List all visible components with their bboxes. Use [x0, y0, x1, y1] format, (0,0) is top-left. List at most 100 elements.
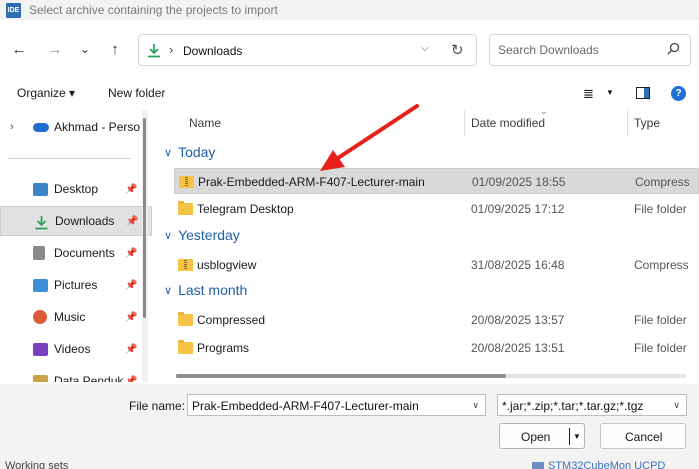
back-arrow-icon[interactable]: ← [10, 40, 28, 58]
list-item[interactable]: Compressed 20/08/2025 13:57 File folder [174, 307, 699, 333]
file-list: Name Date modified Type ⌄ ∨ Today Prak-E… [158, 110, 699, 382]
sidebar-item-label: Videos [54, 342, 91, 356]
collapse-chevron-icon[interactable]: ∨ [164, 284, 172, 297]
background-window-icon [532, 462, 544, 469]
file-type: File folder [634, 341, 687, 355]
file-date: 31/08/2025 16:48 [471, 258, 565, 272]
sidebar-item-label: Music [54, 310, 86, 324]
download-icon [147, 43, 161, 61]
sidebar-item-documents[interactable]: Documents 📌 [0, 238, 152, 268]
group-header-today[interactable]: ∨ Today [164, 144, 215, 160]
pin-icon[interactable]: 📌 [125, 184, 137, 195]
sort-indicator-icon: ⌄ [540, 110, 548, 116]
forward-arrow-icon[interactable]: → [46, 40, 64, 58]
pin-icon[interactable]: 📌 [126, 216, 138, 227]
group-header-yesterday[interactable]: ∨ Yesterday [164, 227, 240, 243]
group-header-last-month[interactable]: ∨ Last month [164, 282, 247, 298]
pin-icon[interactable]: 📌 [125, 312, 137, 323]
open-button-label: Open [521, 430, 551, 444]
list-item[interactable]: Programs 20/08/2025 13:51 File folder [174, 335, 699, 361]
zip-folder-icon [179, 176, 194, 188]
list-item[interactable]: usblogview 31/08/2025 16:48 Compress [174, 252, 699, 278]
column-header-type[interactable]: Type [634, 110, 694, 136]
refresh-icon[interactable]: ↻ [451, 41, 464, 59]
view-options-icon[interactable]: ≣ [583, 86, 594, 102]
address-bar[interactable]: › Downloads ⌵ ↻ [138, 34, 477, 66]
sidebar-item-pictures[interactable]: Pictures 📌 [0, 270, 152, 300]
navigation-pane: › Akhmad - Perso Desktop 📌 Downloads 📌 D… [0, 110, 152, 382]
videos-icon [33, 342, 48, 356]
pin-icon[interactable]: 📌 [125, 376, 137, 383]
sidebar-item-music[interactable]: Music 📌 [0, 302, 152, 332]
sidebar-divider [8, 158, 130, 159]
sidebar-item-downloads[interactable]: Downloads 📌 [0, 206, 152, 236]
open-dropdown-chevron-icon[interactable]: ▼ [573, 432, 581, 441]
file-type-select[interactable]: *.jar;*.zip;*.tar;*.tar.gz;*.tgz ∨ [497, 394, 687, 416]
folder-icon [33, 374, 48, 382]
sidebar-scrollbar-thumb[interactable] [143, 118, 146, 318]
chevron-down-icon[interactable]: ∨ [472, 400, 479, 411]
recent-locations-chevron-icon[interactable]: ⌄ [76, 40, 94, 58]
cancel-button-label: Cancel [625, 430, 663, 444]
zip-folder-icon [178, 259, 193, 271]
search-icon[interactable] [667, 42, 680, 58]
file-name-combobox[interactable]: Prak-Embedded-ARM-F407-Lecturer-main ∨ [187, 394, 486, 416]
split-divider [569, 428, 570, 445]
cancel-button[interactable]: Cancel [600, 423, 686, 449]
open-button[interactable]: Open ▼ [499, 423, 585, 449]
file-name: Programs [197, 341, 250, 355]
expand-chevron-icon[interactable]: › [10, 121, 14, 133]
music-icon [33, 310, 47, 324]
column-divider[interactable] [627, 110, 628, 136]
address-dropdown-chevron-icon[interactable]: ⌵ [421, 43, 429, 54]
file-name-label: File name: [129, 399, 186, 413]
sidebar-item-onedrive[interactable]: › Akhmad - Perso [0, 112, 152, 142]
view-dropdown-chevron-icon[interactable]: ▼ [606, 88, 614, 97]
sidebar-item-data-penduk[interactable]: Data Penduk 📌 [0, 366, 152, 382]
download-icon [34, 215, 49, 229]
new-folder-button[interactable]: New folder [108, 86, 165, 100]
title-bar: IDE Select archive containing the projec… [0, 0, 699, 20]
file-type: Compress [634, 258, 689, 272]
list-item[interactable]: Prak-Embedded-ARM-F407-Lecturer-main 01/… [174, 168, 699, 194]
sidebar-item-videos[interactable]: Videos 📌 [0, 334, 152, 364]
list-item[interactable]: Telegram Desktop 01/09/2025 17:12 File f… [174, 196, 699, 222]
help-icon[interactable]: ? [671, 86, 686, 101]
chevron-down-icon[interactable]: ∨ [673, 400, 680, 411]
sidebar-item-label: Documents [54, 246, 115, 260]
sidebar-item-label: Desktop [54, 182, 99, 196]
file-name-input[interactable]: Prak-Embedded-ARM-F407-Lecturer-main [192, 399, 419, 413]
pin-icon[interactable]: 📌 [125, 344, 137, 355]
pin-icon[interactable]: 📌 [125, 248, 137, 259]
organize-menu-button[interactable]: Organize ▾ [17, 86, 75, 100]
sidebar-item-label: Pictures [54, 278, 98, 292]
app-icon: IDE [6, 2, 21, 18]
collapse-chevron-icon[interactable]: ∨ [164, 229, 172, 242]
pictures-icon [33, 278, 48, 292]
sidebar-scrollbar[interactable] [142, 110, 148, 382]
collapse-chevron-icon[interactable]: ∨ [164, 146, 172, 159]
pin-icon[interactable]: 📌 [125, 280, 137, 291]
file-name: Telegram Desktop [197, 202, 294, 216]
up-arrow-icon[interactable]: ↑ [106, 40, 124, 58]
horizontal-scrollbar[interactable] [176, 374, 686, 378]
breadcrumb-path[interactable]: Downloads [183, 44, 242, 58]
desktop-icon [33, 182, 48, 196]
sidebar-item-desktop[interactable]: Desktop 📌 [0, 174, 152, 204]
column-divider[interactable] [464, 110, 465, 136]
search-box[interactable] [489, 34, 691, 66]
background-window-text: STM32CubeMon UCPD [548, 460, 666, 469]
file-name: usblogview [197, 258, 257, 272]
sidebar-item-label: Downloads [55, 214, 115, 228]
horizontal-scrollbar-thumb[interactable] [176, 374, 506, 378]
column-header-name[interactable]: Name [189, 110, 459, 136]
search-input[interactable] [498, 43, 658, 57]
file-date: 20/08/2025 13:51 [471, 341, 565, 355]
file-name: Compressed [197, 313, 266, 327]
navigation-bar: ← → ⌄ ↑ › Downloads ⌵ ↻ [0, 30, 699, 70]
breadcrumb-separator-icon: › [169, 42, 174, 57]
preview-pane-icon[interactable] [636, 87, 650, 99]
file-type: Compress [635, 175, 690, 189]
cloud-icon [33, 122, 49, 132]
file-type: File folder [634, 202, 687, 216]
